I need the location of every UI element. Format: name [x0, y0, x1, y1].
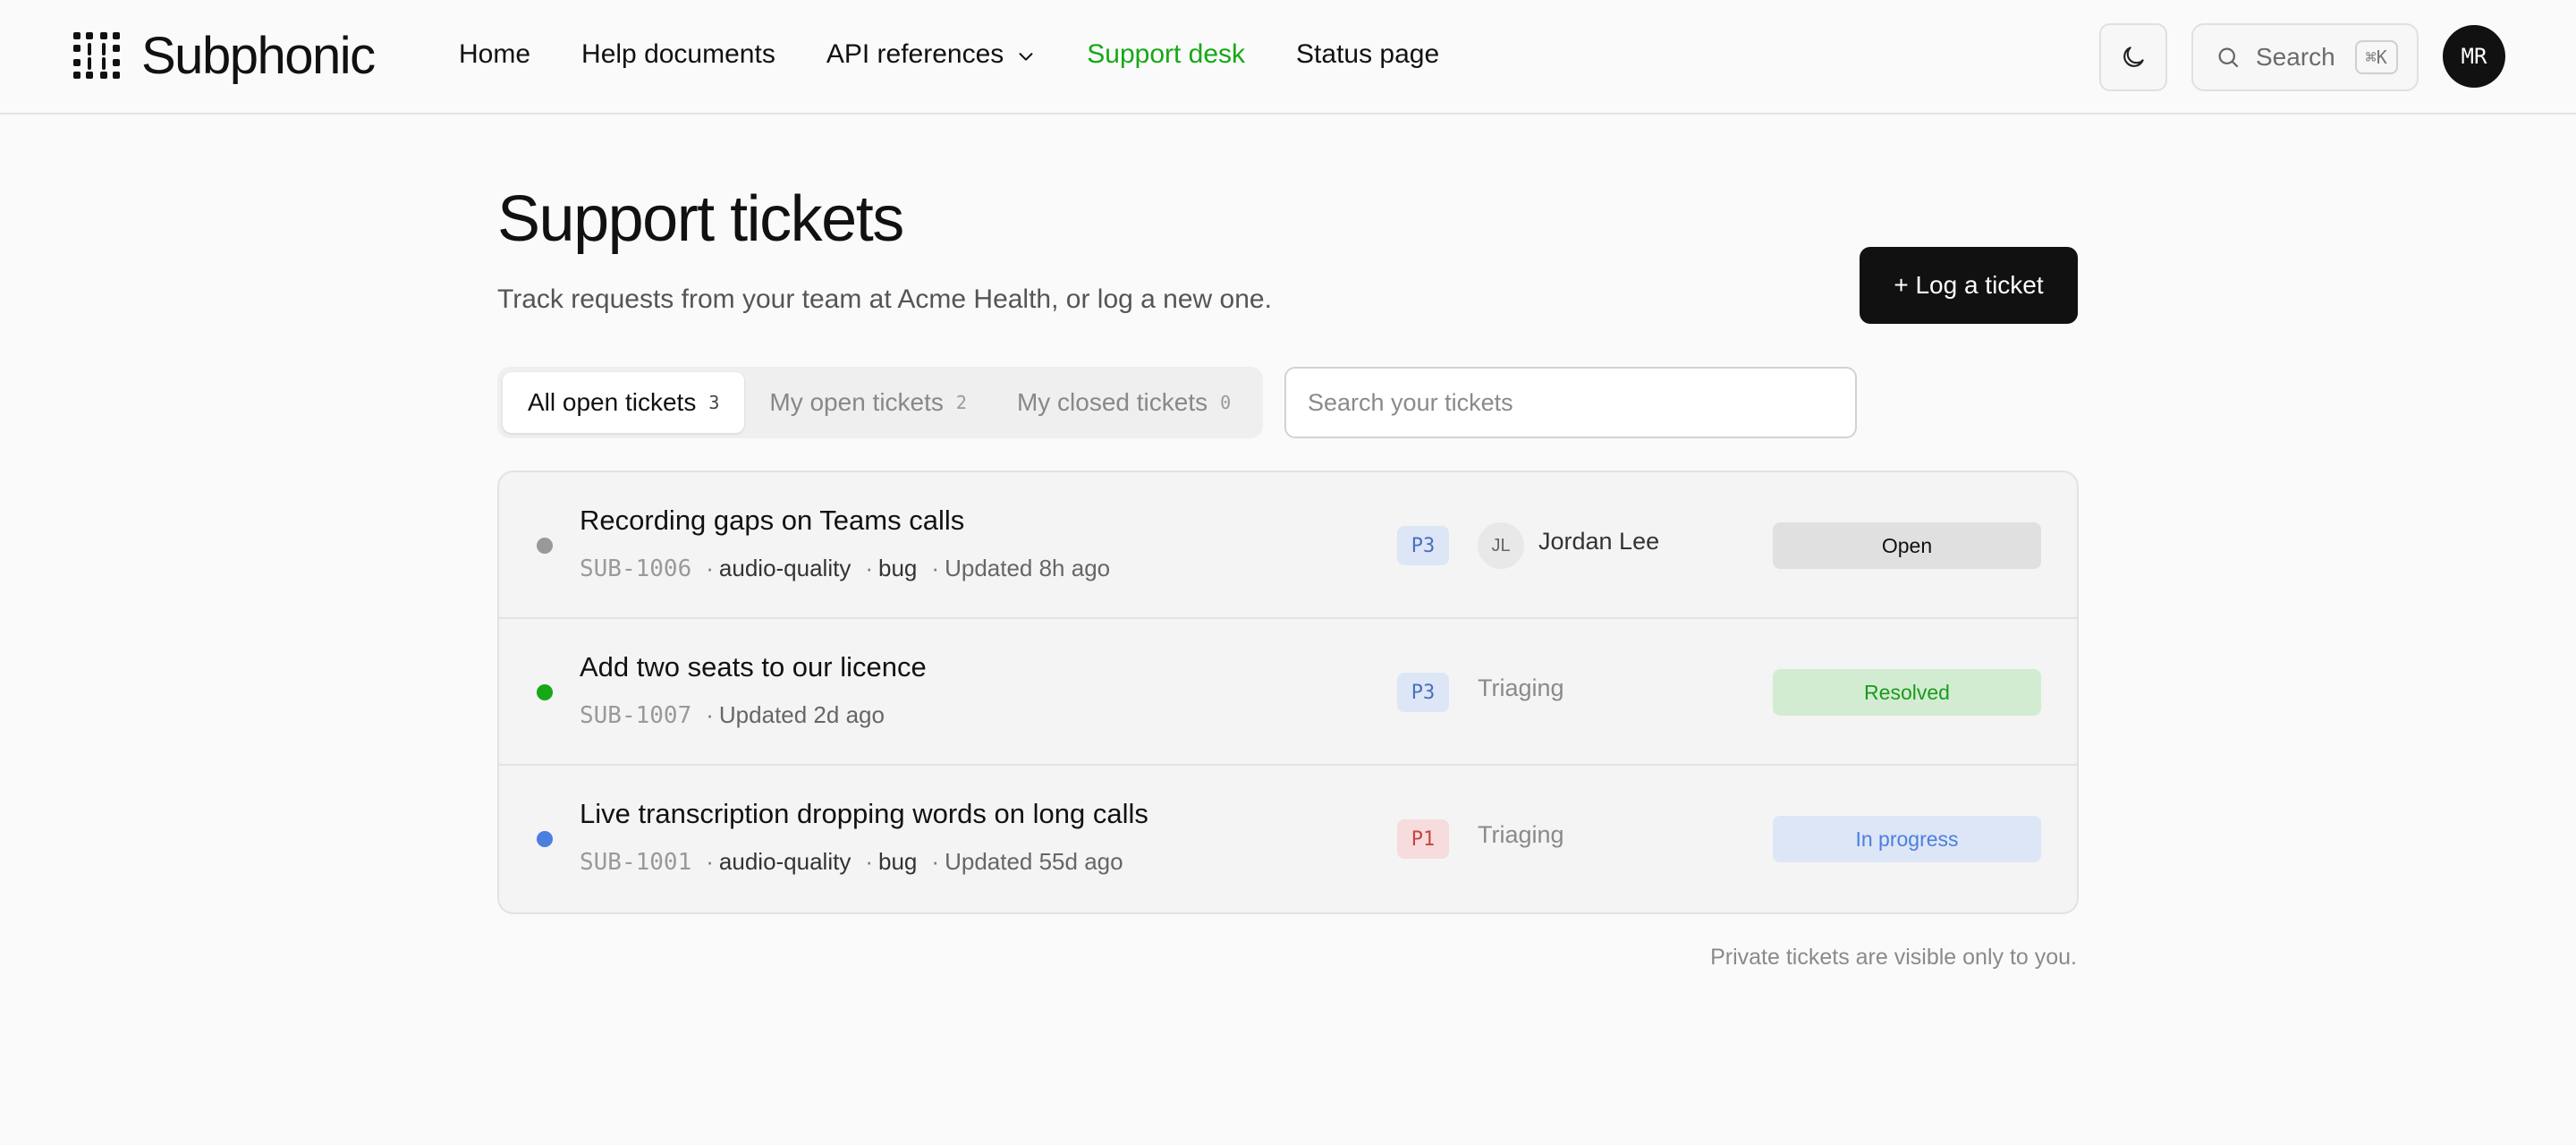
- search-shortcut-kbd: ⌘K: [2354, 40, 2398, 74]
- ticket-tag: bug: [878, 848, 918, 875]
- top-navbar: Subphonic Home Help documents API refere…: [0, 0, 2576, 114]
- tab-label: All open tickets: [528, 388, 697, 416]
- log-ticket-button[interactable]: + Log a ticket: [1860, 247, 2078, 324]
- moon-icon: [2123, 47, 2144, 67]
- assignee-avatar: JL: [1478, 522, 1524, 569]
- tab-count: 2: [955, 392, 967, 413]
- ticket-id: SUB-1007: [580, 702, 692, 729]
- ticket-tag: audio-quality: [718, 555, 852, 581]
- priority-badge: P1: [1397, 819, 1449, 859]
- chevron-down-icon: [1019, 53, 1033, 61]
- privacy-footnote: Private tickets are visible only to you.: [1710, 945, 2077, 970]
- status-dot: [537, 831, 553, 847]
- ticket-title: Recording gaps on Teams calls: [580, 505, 965, 536]
- brand-logo[interactable]: Subphonic: [72, 26, 376, 85]
- status-dot: [537, 684, 553, 700]
- assignee-status: Triaging: [1478, 674, 1564, 701]
- ticket-filter-tabs: All open tickets 3 My open tickets 2 My …: [497, 367, 1263, 438]
- ticket-title: Live transcription dropping words on lon…: [580, 798, 1148, 829]
- status-badge: Open: [1773, 522, 2041, 569]
- nav-help-documents[interactable]: Help documents: [581, 39, 775, 70]
- search-label: Search: [2256, 43, 2335, 71]
- ticket-row[interactable]: Recording gaps on Teams calls SUB-1006 ·…: [499, 472, 2077, 619]
- assignee-name: Jordan Lee: [1538, 528, 1660, 555]
- search-icon: [2218, 47, 2239, 68]
- tab-label: My open tickets: [769, 388, 944, 416]
- tab-my-closed-tickets[interactable]: My closed tickets 0: [992, 372, 1256, 433]
- tab-all-open-tickets[interactable]: All open tickets 3: [503, 372, 745, 433]
- tab-count: 3: [708, 392, 720, 413]
- nav-status-page[interactable]: Status page: [1296, 39, 1439, 70]
- subphonic-logo-icon: [73, 32, 120, 79]
- ticket-updated: Updated 2d ago: [718, 701, 885, 728]
- ticket-search-input[interactable]: [1284, 367, 1857, 438]
- nav-api-references[interactable]: API references: [826, 39, 1036, 70]
- ticket-title: Add two seats to our licence: [580, 651, 927, 683]
- user-avatar[interactable]: MR: [2443, 25, 2505, 88]
- ticket-tag: bug: [878, 555, 918, 581]
- status-badge: In progress: [1773, 816, 2041, 862]
- ticket-meta: SUB-1001 · audio-quality · bug · Updated 55…: [580, 848, 1123, 876]
- nav-api-references-label: API references: [826, 39, 1004, 69]
- main-nav: Home Help documents API references Suppo…: [459, 34, 1490, 75]
- tab-label: My closed tickets: [1016, 388, 1208, 416]
- ticket-updated: Updated 8h ago: [945, 555, 1111, 581]
- page-title: Support tickets: [497, 183, 904, 255]
- ticket-id: SUB-1006: [580, 556, 692, 582]
- ticket-row[interactable]: Live transcription dropping words on lon…: [499, 766, 2077, 912]
- ticket-updated: Updated 55d ago: [945, 848, 1123, 875]
- priority-badge: P3: [1397, 526, 1449, 565]
- ticket-row[interactable]: Add two seats to our licence SUB-1007 · U…: [499, 619, 2077, 766]
- status-badge: Resolved: [1773, 669, 2041, 716]
- ticket-tag: audio-quality: [718, 848, 852, 875]
- nav-support-desk[interactable]: Support desk: [1087, 39, 1245, 70]
- global-search-button[interactable]: Search ⌘K: [2191, 23, 2419, 91]
- status-dot: [537, 538, 553, 554]
- ticket-id: SUB-1001: [580, 849, 692, 876]
- assignee-status: Triaging: [1478, 821, 1564, 848]
- tab-count: 0: [1220, 392, 1232, 413]
- ticket-meta: SUB-1006 · audio-quality · bug · Updated 8h…: [580, 555, 1111, 582]
- theme-toggle-button[interactable]: [2099, 23, 2167, 91]
- tab-my-open-tickets[interactable]: My open tickets 2: [744, 372, 992, 433]
- nav-home[interactable]: Home: [459, 39, 530, 70]
- brand-name: Subphonic: [141, 26, 376, 85]
- ticket-list: Recording gaps on Teams calls SUB-1006 ·…: [497, 471, 2079, 914]
- ticket-meta: SUB-1007 · Updated 2d ago: [580, 701, 885, 729]
- priority-badge: P3: [1397, 673, 1449, 712]
- page-subtitle: Track requests from your team at Acme He…: [497, 284, 1272, 314]
